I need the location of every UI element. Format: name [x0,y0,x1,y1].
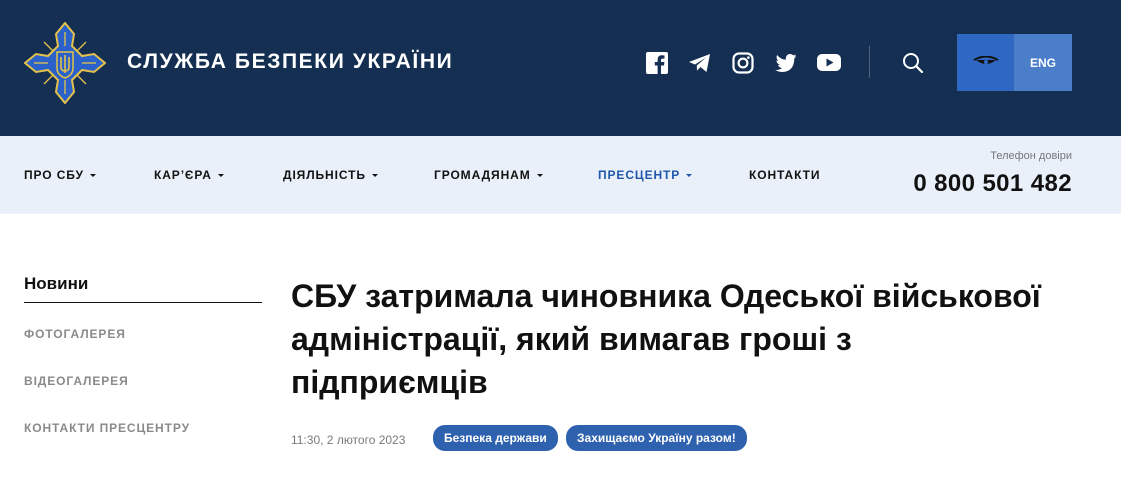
tag-defend-ukraine[interactable]: Захищаємо Україну разом! [566,425,747,451]
sidebar-item-news[interactable]: Новини [24,274,88,294]
search-icon[interactable] [901,51,925,75]
nav-item-presscenter[interactable]: ПРЕСЦЕНТР [598,168,693,182]
sbu-emblem-logo[interactable] [24,22,106,104]
accessibility-button[interactable] [957,34,1014,91]
facebook-icon[interactable] [645,51,669,75]
hotline-label: Телефон довіри [990,150,1072,162]
nav-item-label: ГРОМАДЯНАМ [434,168,531,182]
caret-down-icon [89,173,96,177]
article-datetime: 11:30, 2 лютого 2023 [291,433,406,447]
nav-item-citizens[interactable]: ГРОМАДЯНАМ [434,168,543,182]
sidebar-item-photo-gallery[interactable]: ФОТОГАЛЕРЕЯ [24,327,126,341]
nav-item-label: ПРО СБУ [24,168,84,182]
telegram-icon[interactable] [688,51,712,75]
nav-item-label: КАР’ЄРА [154,168,212,182]
caret-down-icon [536,173,543,177]
sidebar-item-press-contacts[interactable]: КОНТАКТИ ПРЕСЦЕНТРУ [24,421,190,435]
site-title[interactable]: СЛУЖБА БЕЗПЕКИ УКРАЇНИ [127,50,453,74]
nav-item-contacts[interactable]: КОНТАКТИ [749,168,820,182]
article-headline: СБУ затримала чиновника Одеської військо… [291,278,1041,400]
social-links [645,50,860,76]
nav-item-career[interactable]: КАР’ЄРА [154,168,224,182]
caret-down-icon [217,173,224,177]
eye-icon [972,55,999,64]
tag-state-security[interactable]: Безпека держави [433,425,558,451]
hotline-phone-link[interactable]: 0 800 501 482 [913,170,1072,198]
header-divider [869,46,870,78]
caret-down-icon [686,173,693,177]
caret-down-icon [371,173,378,177]
instagram-icon[interactable] [731,51,755,75]
sidebar-divider [24,302,262,303]
site-header: СЛУЖБА БЕЗПЕКИ УКРАЇНИ ENG [0,0,1121,136]
nav-item-about[interactable]: ПРО СБУ [24,168,96,182]
nav-item-label: ПРЕСЦЕНТР [598,168,681,182]
sidebar-item-video-gallery[interactable]: ВІДЕОГАЛЕРЕЯ [24,374,129,388]
twitter-icon[interactable] [774,51,798,75]
youtube-icon[interactable] [817,51,841,75]
language-switch-button[interactable]: ENG [1014,34,1072,91]
nav-item-label: КОНТАКТИ [749,168,821,182]
nav-item-activity[interactable]: ДІЯЛЬНІСТЬ [283,168,378,182]
nav-item-label: ДІЯЛЬНІСТЬ [283,168,366,182]
